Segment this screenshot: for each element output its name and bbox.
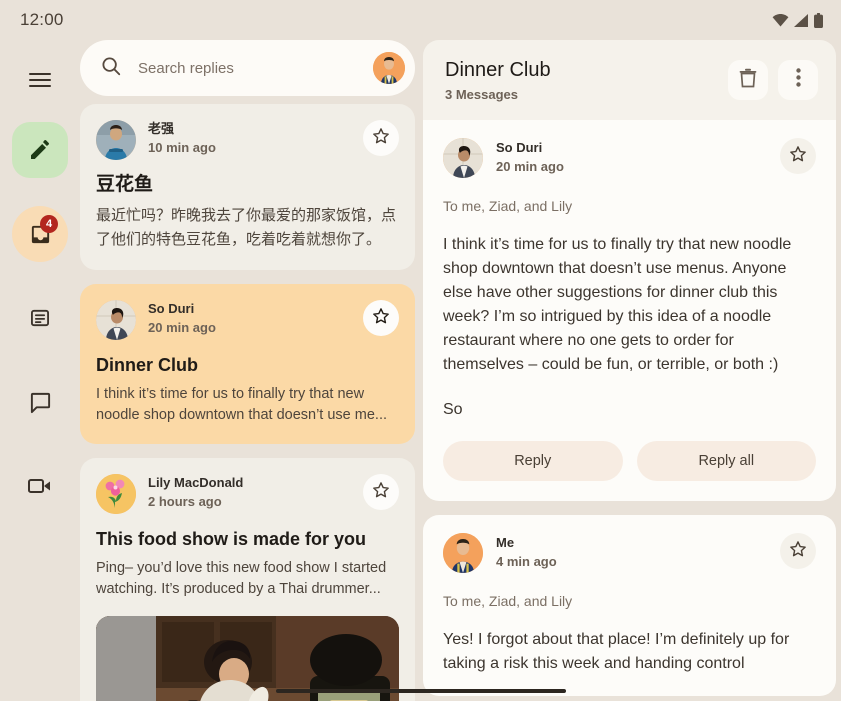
search-input[interactable] [138, 59, 373, 77]
message-sender: Me [496, 535, 515, 550]
more-vertical-icon [795, 68, 801, 92]
list-item-meta: Lily MacDonald 2 hours ago [148, 474, 363, 510]
navigation-rail: 4 [0, 40, 80, 701]
reply-button[interactable]: Reply [443, 441, 623, 481]
status-clock: 12:00 [20, 10, 64, 29]
message-count: 3 Messages [445, 87, 518, 102]
star-button[interactable] [780, 533, 816, 569]
message-time: 20 min ago [496, 159, 564, 174]
detail-title-group: Dinner Club 3 Messages [445, 58, 551, 102]
list-item-subject: Dinner Club [96, 355, 198, 375]
reply-all-button[interactable]: Reply all [636, 441, 816, 481]
star-icon [371, 126, 391, 151]
message-card: Me 4 min ago To me, Ziad, and Lily Yes! … [423, 515, 836, 696]
detail-header: Dinner Club 3 Messages [423, 40, 836, 120]
list-item-subject: This food show is made for you [96, 529, 367, 549]
mail-list[interactable]: 老强 10 min ago 豆花鱼 最近忙吗？昨晚我去了你最爱的那家饭馆，点了他… [80, 104, 415, 701]
message-body: Yes! I forgot about that place! I’m defi… [443, 631, 790, 672]
trash-icon [739, 68, 757, 93]
message-header: So Duri 20 min ago [443, 138, 816, 178]
message-meta: Me 4 min ago [496, 533, 780, 570]
wifi-icon [772, 13, 789, 27]
message-recipients: To me, Ziad, and Lily [443, 593, 573, 609]
list-item[interactable]: 老强 10 min ago 豆花鱼 最近忙吗？昨晚我去了你最爱的那家饭馆，点了他… [80, 104, 415, 270]
avatar[interactable] [443, 533, 483, 573]
sidebar-item-articles[interactable] [12, 290, 68, 346]
sidebar-item-chat[interactable] [12, 374, 68, 430]
message-signature: So [443, 401, 463, 418]
search-icon [100, 55, 122, 82]
avatar[interactable] [96, 120, 136, 160]
detail-actions [728, 58, 818, 100]
signal-icon [794, 13, 809, 27]
chat-bubble-icon [29, 391, 52, 414]
list-item-time: 2 hours ago [148, 494, 222, 509]
list-item-meta: So Duri 20 min ago [148, 300, 363, 336]
message-body: I think it’s time for us to finally try … [443, 236, 792, 373]
avatar[interactable] [96, 300, 136, 340]
delete-button[interactable] [728, 60, 768, 100]
list-item-time: 10 min ago [148, 140, 216, 155]
search-bar[interactable] [80, 40, 415, 96]
sidebar-item-inbox[interactable]: 4 [12, 206, 68, 262]
list-item-header: So Duri 20 min ago [96, 300, 399, 340]
avatar[interactable] [443, 138, 483, 178]
message-card: So Duri 20 min ago To me, Ziad, and Lily… [423, 120, 836, 501]
list-item-preview: Ping– you’d love this new food show I st… [96, 560, 387, 597]
message-detail-pane: Dinner Club 3 Messages So Duri 20 min ag… [423, 40, 841, 701]
sidebar-item-video[interactable] [12, 458, 68, 514]
sidebar-item-menu[interactable] [12, 52, 68, 108]
reply-actions: Reply Reply all [443, 441, 816, 481]
star-icon [788, 144, 808, 169]
list-item-sender: So Duri [148, 301, 195, 316]
star-icon [371, 480, 391, 505]
app-screen: 12:00 4 Search replies 老强 10 min ago 豆花鱼… [0, 0, 841, 701]
star-button[interactable] [363, 300, 399, 336]
inbox-unread-badge: 4 [40, 215, 58, 233]
article-icon [29, 307, 51, 329]
pencil-compose-icon [28, 138, 52, 162]
more-options-button[interactable] [778, 60, 818, 100]
list-item-meta: 老强 10 min ago [148, 120, 363, 156]
battery-icon [814, 12, 823, 28]
list-item-header: 老强 10 min ago [96, 120, 399, 160]
status-bar: 12:00 [0, 0, 841, 40]
status-indicators [772, 12, 823, 28]
list-item-sender: Lily MacDonald [148, 475, 244, 490]
message-header: Me 4 min ago [443, 533, 816, 573]
gesture-handle[interactable] [275, 689, 566, 693]
list-item-sender: 老强 [148, 121, 175, 136]
list-item-preview: 最近忙吗？昨晚我去了你最爱的那家饭馆，点了他们的特色豆花鱼，吃着吃着就想你了。 [96, 207, 397, 248]
star-icon [788, 539, 808, 564]
star-button[interactable] [363, 474, 399, 510]
list-item-header: Lily MacDonald 2 hours ago [96, 474, 399, 514]
message-recipients: To me, Ziad, and Lily [443, 198, 573, 214]
hamburger-menu-icon [29, 72, 51, 88]
star-button[interactable] [363, 120, 399, 156]
avatar[interactable] [96, 474, 136, 514]
avatar[interactable] [373, 52, 405, 84]
page-title: Dinner Club [445, 59, 551, 81]
list-item-preview: I think it’s time for us to finally try … [96, 386, 387, 423]
message-time: 4 min ago [496, 554, 557, 569]
star-button[interactable] [780, 138, 816, 174]
message-sender: So Duri [496, 140, 543, 155]
list-item-time: 20 min ago [148, 320, 216, 335]
video-camera-icon [28, 476, 52, 496]
list-item[interactable]: Lily MacDonald 2 hours ago This food sho… [80, 458, 415, 701]
list-item[interactable]: So Duri 20 min ago Dinner Club I think i… [80, 284, 415, 444]
star-icon [371, 306, 391, 331]
sidebar-item-compose[interactable] [12, 122, 68, 178]
list-item-subject: 豆花鱼 [96, 174, 154, 195]
message-meta: So Duri 20 min ago [496, 138, 780, 175]
